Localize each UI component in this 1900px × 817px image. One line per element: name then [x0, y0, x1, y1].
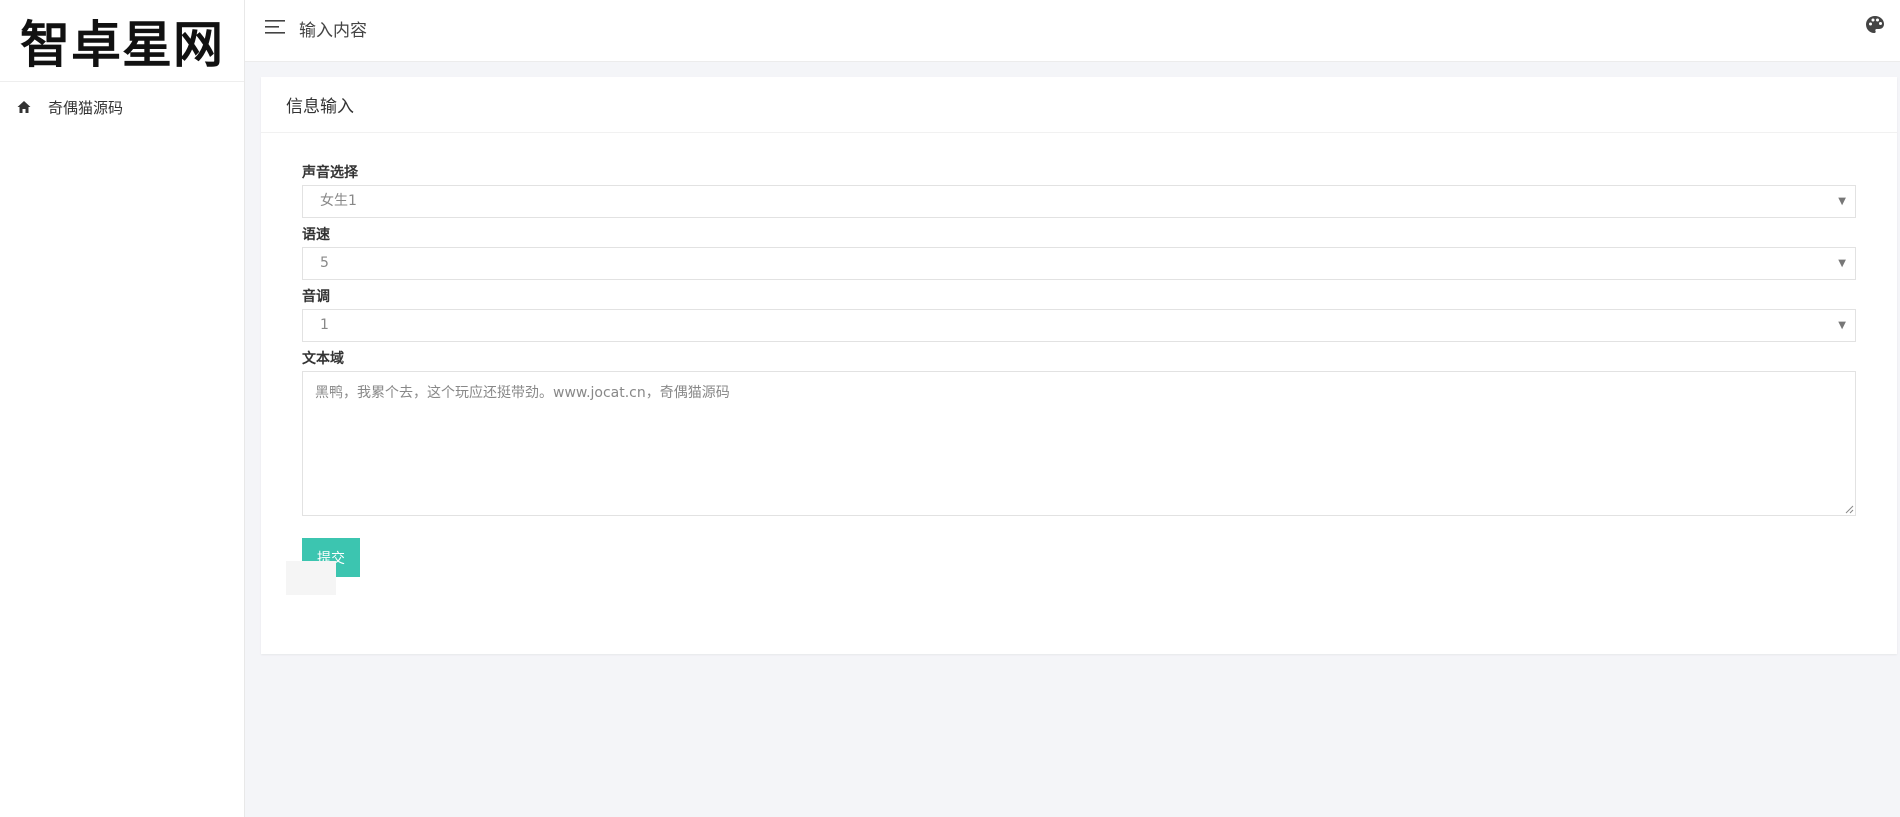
text-area-placeholder: 黑鸭，我累个去，这个玩应还挺带劲。www.jocat.cn，奇偶猫源码 [315, 385, 730, 401]
tts-form: 声音选择 女生1 ▼ 语速 5 ▼ 音调 1 ▼ 文本域 黑鸭，我累个去，这个玩… [302, 165, 1856, 577]
pitch-select[interactable]: 1 ▼ [302, 309, 1856, 342]
chevron-down-icon: ▼ [1838, 320, 1846, 331]
page-title: 输入内容 [299, 21, 367, 41]
voice-select-value: 女生1 [320, 193, 357, 209]
card-title: 信息输入 [261, 77, 1897, 133]
menu-icon[interactable] [263, 15, 287, 39]
palette-icon[interactable] [1864, 14, 1886, 36]
pitch-select-value: 1 [320, 317, 329, 333]
speed-select[interactable]: 5 ▼ [302, 247, 1856, 280]
voice-select[interactable]: 女生1 ▼ [302, 185, 1856, 218]
sidebar: 智卓星网 奇偶猫源码 [0, 0, 245, 817]
home-icon [16, 99, 32, 115]
chevron-down-icon: ▼ [1838, 258, 1846, 269]
resize-handle-icon[interactable] [1844, 504, 1854, 514]
voice-label: 声音选择 [302, 165, 358, 181]
text-area[interactable]: 黑鸭，我累个去，这个玩应还挺带劲。www.jocat.cn，奇偶猫源码 [302, 371, 1856, 516]
overlay-patch [286, 561, 336, 595]
sidebar-item-home[interactable]: 奇偶猫源码 [0, 82, 244, 132]
site-logo[interactable]: 智卓星网 [0, 0, 244, 82]
speed-label: 语速 [302, 227, 330, 243]
speed-select-value: 5 [320, 255, 329, 271]
topbar: 输入内容 [245, 0, 1900, 62]
text-label: 文本域 [302, 351, 344, 367]
pitch-label: 音调 [302, 289, 330, 305]
info-input-card: 信息输入 声音选择 女生1 ▼ 语速 5 ▼ 音调 1 ▼ 文本域 黑鸭，我累个… [261, 77, 1897, 654]
sidebar-item-label: 奇偶猫源码 [48, 98, 124, 117]
chevron-down-icon: ▼ [1838, 196, 1846, 207]
